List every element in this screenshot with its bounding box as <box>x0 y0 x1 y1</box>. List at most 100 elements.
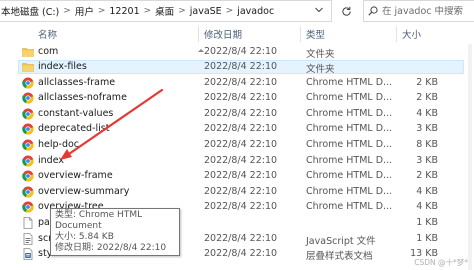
file-type: Chrome HTML D... <box>306 92 393 104</box>
chevron-down-icon <box>315 7 323 13</box>
file-date: 2022/8/4 22:10 <box>204 123 278 135</box>
file-row-allclasses-frame[interactable]: allclasses-frame 2022/8/4 22:10 Chrome H… <box>0 75 474 91</box>
breadcrumb-separator[interactable]: > <box>142 6 154 16</box>
file-date: 2022/8/4 22:10 <box>204 154 278 166</box>
tooltip-size: 大小: 5.84 KB <box>55 232 114 242</box>
search-icon <box>368 6 378 16</box>
address-row: 本地磁盘 (C:) > 用户 > 12201 > 桌面 > javaSE > j… <box>0 0 474 24</box>
tooltip-date: 修改日期: 2022/8/4 22:10 <box>55 243 167 253</box>
file-row-com[interactable]: com 2022/8/4 22:10 文件夹 <box>0 44 474 60</box>
breadcrumb-separator[interactable]: > <box>176 6 188 16</box>
breadcrumb-desktop[interactable]: 桌面 <box>153 4 176 18</box>
search-input[interactable] <box>382 5 472 17</box>
column-header-row: 名称 修改日期 类型 大小 <box>0 24 474 52</box>
search-box[interactable] <box>363 0 474 22</box>
breadcrumb-javase[interactable]: javaSE <box>188 6 224 17</box>
file-size: 3 KB <box>416 123 438 135</box>
file-date: 2022/8/4 22:10 <box>204 201 278 213</box>
address-bar[interactable]: 本地磁盘 (C:) > 用户 > 12201 > 桌面 > javaSE > j… <box>0 0 332 22</box>
file-size: 4 KB <box>416 107 438 119</box>
file-date: 2022/8/4 22:10 <box>204 107 278 119</box>
folder-icon <box>22 63 34 72</box>
file-info-tooltip: 类型: Chrome HTML Document 大小: 5.84 KB 修改日… <box>50 208 180 256</box>
file-row-overview-summary[interactable]: overview-summary 2022/8/4 22:10 Chrome H… <box>0 184 474 200</box>
file-size: 2 KB <box>416 76 438 88</box>
file-row-deprecated-list[interactable]: deprecated-list 2022/8/4 22:10 Chrome HT… <box>0 122 474 138</box>
file-name: index <box>38 154 64 166</box>
chrome-icon <box>22 155 34 167</box>
file-type: 文件夹 <box>306 48 335 60</box>
column-header-type[interactable]: 类型 <box>306 27 325 41</box>
column-header-size[interactable]: 大小 <box>402 27 421 41</box>
file-type: Chrome HTML D... <box>306 201 393 213</box>
column-divider[interactable] <box>300 26 301 42</box>
file-row-index-files[interactable]: index-files 2022/8/4 22:10 文件夹 <box>0 59 474 76</box>
file-row-constant-values[interactable]: constant-values 2022/8/4 22:10 Chrome HT… <box>0 106 474 122</box>
folder-icon <box>22 47 34 57</box>
file-size: 3 KB <box>416 154 438 166</box>
file-type: Chrome HTML D... <box>306 107 393 119</box>
file-type: Chrome HTML D... <box>306 76 393 88</box>
file-icon <box>23 217 33 229</box>
breadcrumb-drive[interactable]: 本地磁盘 (C:) <box>0 4 61 18</box>
file-name: constant-values <box>38 107 114 119</box>
file-type: Chrome HTML D... <box>306 170 393 182</box>
file-date: 2022/8/4 22:10 <box>204 76 278 88</box>
file-name: allclasses-noframe <box>38 92 127 104</box>
refresh-button[interactable] <box>336 1 356 21</box>
file-row-overview-frame[interactable]: overview-frame 2022/8/4 22:10 Chrome HTM… <box>0 169 474 185</box>
file-name: deprecated-list <box>38 123 110 135</box>
column-divider[interactable] <box>396 26 397 42</box>
chrome-icon <box>22 186 34 198</box>
breadcrumb-separator[interactable]: > <box>61 6 73 16</box>
file-size: 2 KB <box>416 170 438 182</box>
refresh-icon <box>341 6 351 16</box>
chrome-icon <box>22 92 34 104</box>
file-type: JavaScript 文件 <box>306 235 376 247</box>
chrome-icon <box>22 123 34 136</box>
file-type: Chrome HTML D... <box>306 139 393 151</box>
file-date: 2022/8/4 22:10 <box>204 232 278 244</box>
address-history-dropdown[interactable] <box>312 2 326 18</box>
file-size: 8 KB <box>416 139 438 151</box>
file-name: allclasses-frame <box>38 76 116 88</box>
watermark: CSDN @十*梦* <box>414 258 468 267</box>
script-icon <box>23 232 33 245</box>
chrome-icon <box>22 201 34 214</box>
column-divider[interactable] <box>198 26 199 42</box>
file-date: 2022/8/4 22:10 <box>204 61 278 73</box>
tooltip-type: 类型: Chrome HTML Document <box>55 210 143 231</box>
breadcrumb-separator[interactable]: > <box>224 6 236 16</box>
breadcrumb-javadoc[interactable]: javadoc <box>235 6 276 17</box>
css-icon <box>23 248 33 261</box>
file-type: 层叠样式表文档 <box>306 251 373 263</box>
file-name: com <box>38 45 59 57</box>
file-date: 2022/8/4 22:10 <box>204 139 278 151</box>
chrome-icon <box>22 77 34 89</box>
file-size: 1 KB <box>416 232 438 244</box>
file-type: Chrome HTML D... <box>306 154 393 166</box>
file-type: Chrome HTML D... <box>306 185 393 197</box>
file-type: 文件夹 <box>306 64 335 76</box>
breadcrumb-users[interactable]: 用户 <box>73 4 96 18</box>
column-header-date[interactable]: 修改日期 <box>204 27 242 41</box>
column-header-name[interactable]: 名称 <box>38 27 57 41</box>
file-date: 2022/8/4 22:10 <box>204 45 278 57</box>
file-row-allclasses-noframe[interactable]: allclasses-noframe 2022/8/4 22:10 Chrome… <box>0 91 474 107</box>
file-size: 2 KB <box>416 92 438 104</box>
file-name: help-doc <box>38 139 80 151</box>
vertical-scrollbar[interactable] <box>466 44 474 270</box>
file-date: 2022/8/4 22:10 <box>204 185 278 197</box>
breadcrumb-user[interactable]: 12201 <box>107 6 141 17</box>
file-name: index-files <box>38 61 87 73</box>
scrollbar-track[interactable] <box>468 44 472 270</box>
file-size: 4 KB <box>416 201 438 213</box>
file-name: overview-summary <box>38 185 130 197</box>
file-name: overview-frame <box>38 170 113 182</box>
file-row-help-doc[interactable]: help-doc 2022/8/4 22:10 Chrome HTML D...… <box>0 138 474 154</box>
file-date: 2022/8/4 22:10 <box>204 170 278 182</box>
file-size: 4 KB <box>416 185 438 197</box>
breadcrumb-separator[interactable]: > <box>96 6 108 16</box>
file-row-index[interactable]: index 2022/8/4 22:10 Chrome HTML D... 3 … <box>0 153 474 169</box>
chrome-icon <box>22 108 34 120</box>
